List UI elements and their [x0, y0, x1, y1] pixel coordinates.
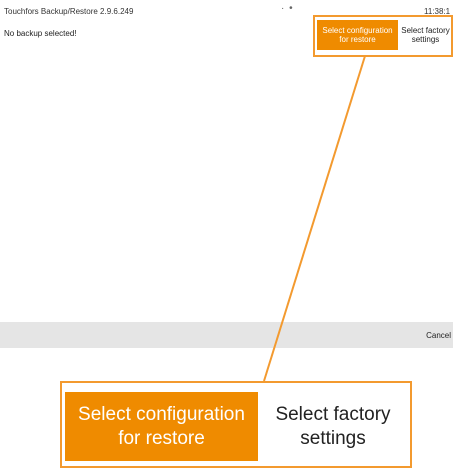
action-highlight-frame	[313, 15, 453, 57]
zoomed-select-factory-settings-label: Select factory settings	[275, 404, 391, 449]
footer-bar	[0, 322, 453, 348]
page-indicator-icon: · •	[281, 3, 294, 14]
app-screen: Touchfors Backup/Restore 2.9.6.249 · • 1…	[0, 0, 453, 348]
app-title: Touchfors Backup/Restore 2.9.6.249	[4, 7, 134, 16]
zoomed-select-configuration-label: Select configuration for restore	[78, 404, 245, 449]
zoomed-select-configuration-button[interactable]: Select configuration for restore	[65, 392, 258, 461]
zoomed-select-factory-settings-button[interactable]: Select factory settings	[258, 392, 408, 461]
backup-status-message: No backup selected!	[4, 29, 77, 38]
cancel-button[interactable]: Cancel	[426, 331, 451, 340]
